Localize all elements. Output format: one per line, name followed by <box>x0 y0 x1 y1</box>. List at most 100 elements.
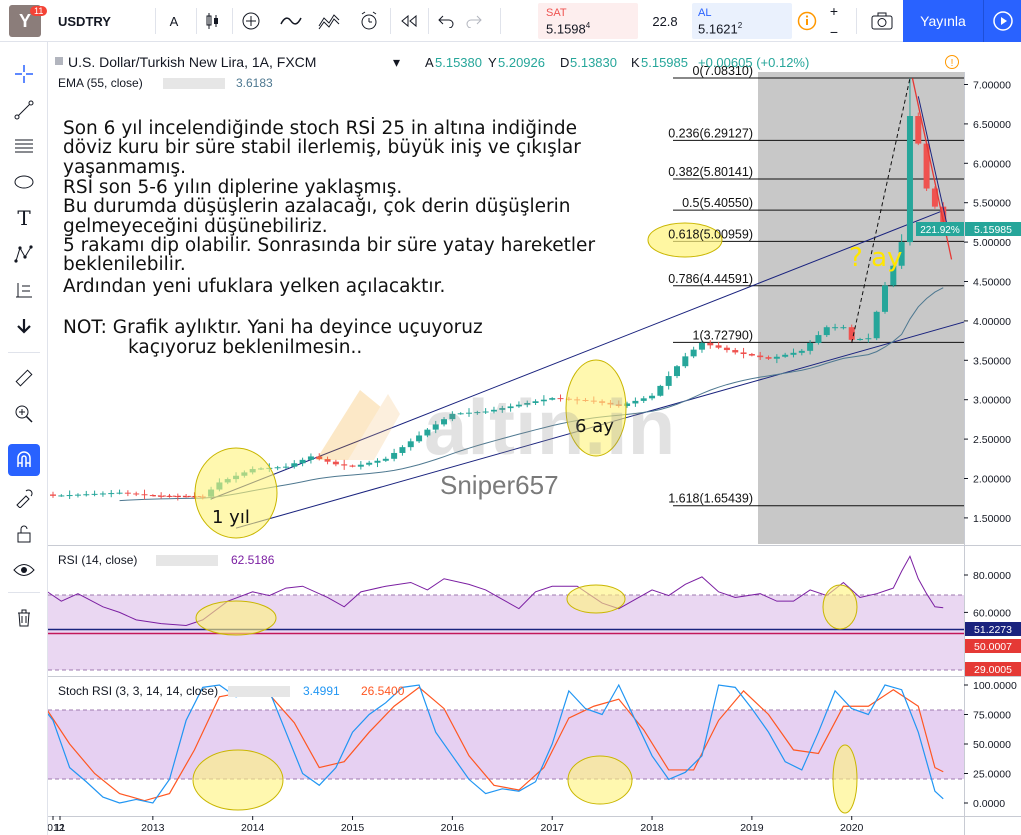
annotation-line: beklenilebilir. <box>63 254 186 275</box>
lock-drawing-icon[interactable] <box>8 482 40 514</box>
stoch-axis-tick: 50.0000 <box>973 739 1011 751</box>
play-icon <box>992 11 1013 31</box>
compare-button[interactable]: A <box>162 0 186 42</box>
templates-icon[interactable] <box>316 0 342 42</box>
candle <box>715 345 722 348</box>
alert-warning-icon-mark: ! <box>951 58 954 69</box>
time-axis-label: 2012 <box>48 822 65 834</box>
legend-open-label: A <box>425 55 434 70</box>
candle <box>299 459 306 464</box>
legend-change: +0.00605 (+0.12%) <box>698 55 809 70</box>
alert-clock-icon[interactable] <box>356 0 382 42</box>
zoom-icon[interactable] <box>8 398 40 430</box>
candle <box>765 357 772 359</box>
quantity-plus-icon[interactable]: + <box>826 0 842 21</box>
legend-close-label: K <box>631 55 640 70</box>
candle <box>366 462 373 465</box>
stoch-highlight-ellipse-1 <box>192 749 284 811</box>
play-button[interactable] <box>983 0 1021 42</box>
magnet-icon[interactable] <box>8 444 40 476</box>
legend-dropdown-icon[interactable]: ▾ <box>393 54 400 70</box>
ruler-icon[interactable] <box>8 362 40 394</box>
price-axis-tick: 5.00000 <box>973 237 1011 249</box>
arrow-down-icon[interactable] <box>8 310 40 342</box>
candle <box>407 441 414 448</box>
price-axis-tick: 4.00000 <box>973 316 1011 328</box>
shapes-icon[interactable] <box>8 166 40 198</box>
candle <box>882 285 888 312</box>
rsi-settings-buttons[interactable] <box>156 555 218 566</box>
fib-level-label: 0.236(6.29127) <box>668 126 753 140</box>
candle <box>707 342 714 346</box>
visibility-eye-icon[interactable] <box>8 554 40 586</box>
chart-area[interactable]: 1 yıl6 ay? ay 0(7.08310)0.236(6.29127)0.… <box>48 42 1021 835</box>
sell-price: 5.15984 <box>546 21 591 37</box>
annotation-note-2: kaçıyoruz beklenilmesin.. <box>128 337 362 358</box>
annotation-line: Ardından yeni ufuklara yelken açılacaktı… <box>63 276 445 297</box>
quantity-minus-icon[interactable]: − <box>826 21 842 42</box>
candle <box>99 493 106 495</box>
time-axis-label: 2019 <box>740 822 764 834</box>
time-axis-label: 2020 <box>840 822 864 834</box>
buy-price: 5.16212 <box>698 21 743 37</box>
stoch-settings-buttons[interactable] <box>228 686 290 697</box>
redo-icon[interactable] <box>462 0 486 42</box>
time-axis-label: 2018 <box>640 822 664 834</box>
candle <box>50 494 56 496</box>
candle <box>416 435 423 442</box>
annotation-line: yaşanmamış. <box>63 157 186 178</box>
candle <box>915 116 922 144</box>
ema-label: EMA (55, close) <box>58 76 143 90</box>
trash-icon[interactable] <box>8 602 40 634</box>
candle <box>815 335 822 343</box>
legend-high-label: Y <box>488 55 497 70</box>
undo-icon[interactable] <box>434 0 458 42</box>
candle <box>790 352 797 355</box>
camera-icon[interactable] <box>868 0 896 42</box>
rsi-tag-1-text: 51.2273 <box>974 624 1012 636</box>
candle <box>349 465 356 467</box>
candle-style-icon[interactable] <box>200 0 224 42</box>
sell-button[interactable]: SAT 5.15984 <box>538 3 638 39</box>
candle <box>274 467 281 469</box>
fib-retracement-icon[interactable] <box>8 130 40 162</box>
rsi-highlight-ellipse-2 <box>566 584 626 614</box>
drawing-toolbar: T <box>0 42 48 835</box>
prediction-icon[interactable] <box>8 274 40 306</box>
ema-value: 3.6183 <box>236 76 273 90</box>
candle <box>807 342 814 351</box>
pattern-icon[interactable] <box>8 238 40 270</box>
indicators-icon[interactable] <box>278 0 304 42</box>
annotation-line: 5 rakamı dip olabilir. Sonrasında bir sü… <box>63 235 595 256</box>
replay-icon[interactable] <box>396 0 422 42</box>
candle <box>83 494 90 496</box>
time-axis-label: 2016 <box>441 822 465 834</box>
publish-button[interactable]: Yayınla <box>903 0 983 42</box>
collapse-legend-icon[interactable] <box>55 57 63 65</box>
logo-button[interactable]: Y 11 <box>8 0 48 42</box>
legend-low: 5.13830 <box>570 55 617 70</box>
stoch-k-value: 3.4991 <box>303 684 340 698</box>
trendline-icon[interactable] <box>8 94 40 126</box>
candle <box>108 493 115 495</box>
candle <box>748 353 755 356</box>
fib-level-label: 0.618(5.00959) <box>668 227 753 241</box>
candle <box>690 349 697 357</box>
candle <box>832 327 839 329</box>
add-indicator-icon[interactable] <box>238 0 264 42</box>
crosshair-icon[interactable] <box>8 58 40 90</box>
annotation-note-1: NOT: Grafik aylıktır. Yani ha deyince uç… <box>63 317 483 338</box>
symbol-search[interactable]: USDTRY <box>58 0 142 42</box>
candle <box>698 342 705 350</box>
ema-settings-buttons[interactable] <box>163 78 225 89</box>
text-tool-icon[interactable]: T <box>8 202 40 234</box>
watermark-text: altin.in <box>424 383 675 471</box>
fib-level-label: 1.618(1.65439) <box>668 492 753 506</box>
rsi-tag-3-text: 29.0005 <box>974 664 1012 676</box>
buy-button[interactable]: AL 5.16212 <box>692 3 792 39</box>
unlock-icon[interactable] <box>8 518 40 550</box>
candle <box>332 461 339 465</box>
info-icon[interactable] <box>794 0 820 42</box>
legend-title: U.S. Dollar/Turkish New Lira, 1A, FXCM <box>68 54 316 70</box>
label-1-year: 1 yıl <box>212 507 250 528</box>
